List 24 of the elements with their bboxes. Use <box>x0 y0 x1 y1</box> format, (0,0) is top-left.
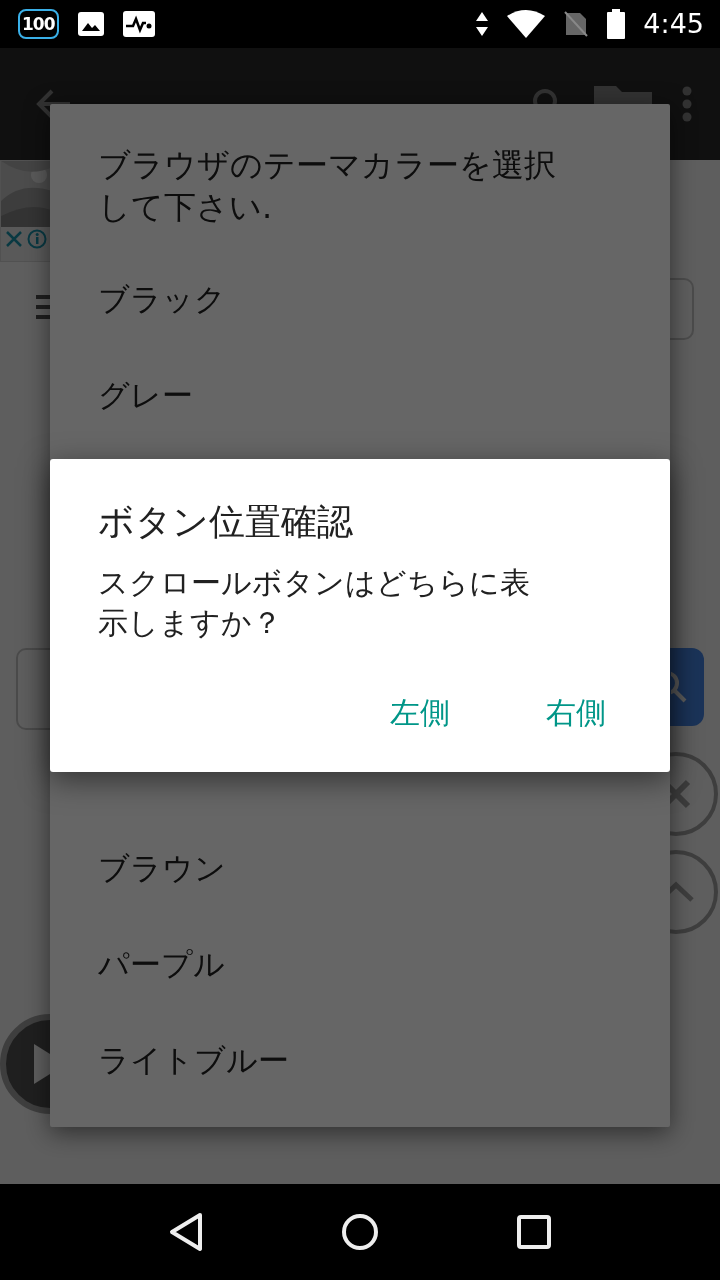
color-option[interactable]: ライトブルー <box>98 1013 622 1109</box>
color-option[interactable]: パープル <box>98 917 622 1013</box>
home-icon[interactable] <box>340 1212 380 1252</box>
dialog-button[interactable]: 右側 <box>506 685 630 742</box>
dialog-title: ブラウザのテーマカラーを選択して下さい. <box>98 145 557 228</box>
color-option[interactable]: ブラウン <box>98 821 622 917</box>
back-icon[interactable] <box>168 1212 204 1252</box>
data-arrows-icon <box>475 11 490 37</box>
activity-icon <box>122 11 155 37</box>
clock-time: 4:45 <box>643 9 704 39</box>
color-option[interactable]: グレー <box>98 348 622 444</box>
image-icon <box>76 11 105 37</box>
info-icon[interactable] <box>27 229 47 249</box>
notification-badge: 100 <box>18 9 59 39</box>
back-arrow-icon[interactable] <box>36 88 72 120</box>
wifi-icon <box>507 10 546 38</box>
dialog-title: ボタン位置確認 <box>98 500 354 544</box>
close-icon[interactable] <box>5 230 23 248</box>
dialog-button[interactable]: 左側 <box>350 685 474 742</box>
no-sim-icon <box>563 10 590 38</box>
dialog-message: スクロールボタンはどちらに表示しますか？ <box>98 564 531 642</box>
recents-icon[interactable] <box>516 1214 552 1250</box>
battery-icon <box>607 9 626 39</box>
color-option[interactable]: ブラック <box>98 252 622 348</box>
